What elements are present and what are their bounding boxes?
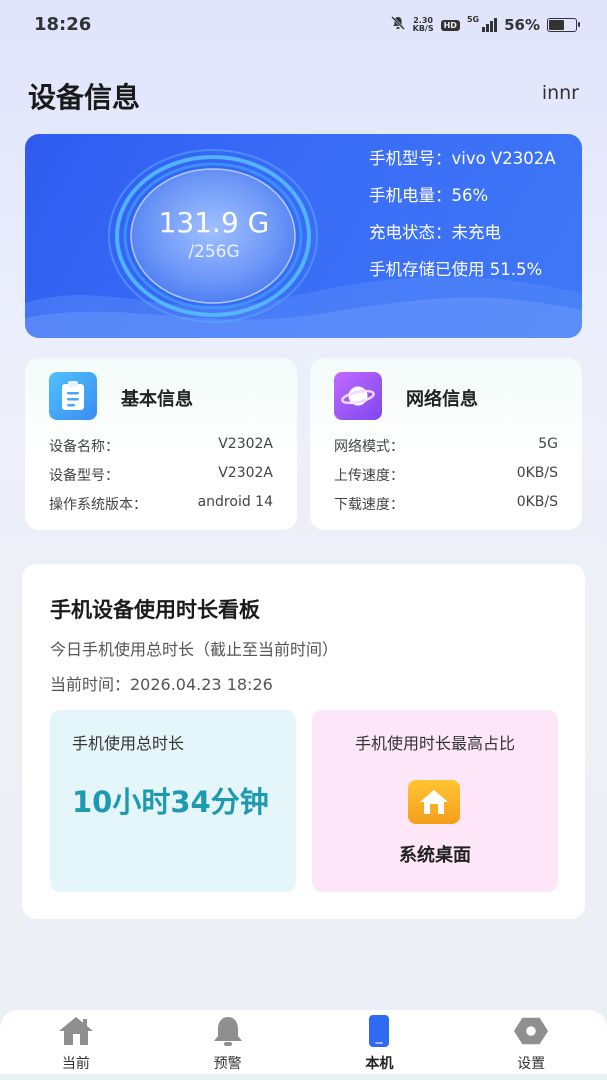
network-speed: 2.30 KB/S xyxy=(413,17,434,33)
nav-item-current[interactable]: 当前 xyxy=(0,1010,152,1080)
upload-speed-value: 0KB/S xyxy=(516,465,558,481)
battery-percent: 56% xyxy=(504,16,540,34)
nav-item-device[interactable]: 本机 xyxy=(304,1010,456,1080)
network-info-title: 网络信息 xyxy=(406,389,478,410)
storage-total: /256G xyxy=(188,242,240,262)
device-name-label: 设备名称： xyxy=(49,439,119,455)
storage-used-percent: 手机存储已使用 51.5% xyxy=(369,260,543,279)
network-speed-unit: KB/S xyxy=(412,24,434,33)
user-name[interactable]: innr xyxy=(542,82,579,104)
status-bar: 18:26 2.30 KB/S HD 5G 56% xyxy=(0,0,607,52)
bell-icon xyxy=(209,1014,247,1048)
status-indicators: 2.30 KB/S HD 5G 56% xyxy=(390,15,580,35)
storage-used: 131.9 G xyxy=(158,206,270,239)
download-speed-label: 下载速度： xyxy=(334,497,404,513)
device-model-value: V2302A xyxy=(218,465,273,481)
device-summary: 手机型号：vivo V2302A 手机电量：56% 充电状态：未充电 手机存储已… xyxy=(369,148,574,280)
device-name-row: 设备名称： V2302A xyxy=(49,436,273,456)
nav-label-current: 当前 xyxy=(61,1056,90,1072)
current-time: 当前时间：2026.04.23 18:26 xyxy=(50,675,273,694)
usage-dashboard: 手机设备使用时长看板 今日手机使用总时长（截止至当前时间） 当前时间：2026.… xyxy=(22,564,585,919)
network-mode-value: 5G xyxy=(538,436,558,452)
gesture-bar-area xyxy=(0,1074,607,1080)
top-app-name: 系统桌面 xyxy=(399,845,471,866)
status-time: 18:26 xyxy=(34,14,92,35)
download-speed-row: 下载速度： 0KB/S xyxy=(334,494,558,514)
device-model-row: 设备型号： V2302A xyxy=(49,465,273,485)
basic-info-card[interactable]: 基本信息 设备名称： V2302A 设备型号： V2302A 操作系统版本： a… xyxy=(25,358,297,530)
download-speed-value: 0KB/S xyxy=(516,494,558,510)
top-app-label: 手机使用时长最高占比 xyxy=(354,734,515,753)
device-model-label: 设备型号： xyxy=(49,468,119,484)
os-version-value: android 14 xyxy=(197,494,273,510)
nav-label-alert: 预警 xyxy=(213,1056,242,1072)
signal-icon xyxy=(482,18,498,32)
storage-hero-card: 131.9 G /256G 手机型号：vivo V2302A 手机电量：56% … xyxy=(25,134,582,338)
settings-icon xyxy=(512,1014,550,1048)
total-usage-label: 手机使用总时长 xyxy=(72,734,185,753)
bottom-nav: 当前 预警 本机 设置 xyxy=(0,1010,607,1080)
phone-icon xyxy=(360,1014,398,1048)
os-version-label: 操作系统版本： xyxy=(49,497,147,513)
upload-speed-label: 上传速度： xyxy=(334,468,404,484)
upload-speed-row: 上传速度： 0KB/S xyxy=(334,465,558,485)
network-mode-row: 网络模式： 5G xyxy=(334,436,558,456)
clipboard-icon xyxy=(49,372,97,420)
top-app-card[interactable]: 手机使用时长最高占比 系统桌面 xyxy=(312,710,558,892)
battery-level: 手机电量：56% xyxy=(369,186,489,205)
planet-icon xyxy=(334,372,382,420)
nav-label-settings: 设置 xyxy=(517,1056,546,1072)
charging-status: 充电状态：未充电 xyxy=(369,223,501,242)
total-usage-value: 10小时34分钟 xyxy=(72,785,269,819)
basic-info-title: 基本信息 xyxy=(121,389,193,410)
nav-label-device: 本机 xyxy=(365,1056,394,1072)
phone-model: 手机型号：vivo V2302A xyxy=(369,149,556,168)
usage-subtitle: 今日手机使用总时长（截止至当前时间） xyxy=(50,640,339,659)
home-icon xyxy=(408,780,460,824)
mute-icon xyxy=(390,15,406,35)
home-icon xyxy=(57,1014,95,1048)
network-mode-label: 网络模式： xyxy=(334,439,404,455)
device-name-value: V2302A xyxy=(218,436,273,452)
usage-title: 手机设备使用时长看板 xyxy=(50,598,260,622)
network-info-card[interactable]: 网络信息 网络模式： 5G 上传速度： 0KB/S 下载速度： 0KB/S xyxy=(310,358,582,530)
nav-item-settings[interactable]: 设置 xyxy=(455,1010,607,1080)
hd-badge: HD xyxy=(440,19,460,31)
os-version-row: 操作系统版本： android 14 xyxy=(49,494,273,514)
network-type: 5G xyxy=(466,15,480,24)
page-title: 设备信息 xyxy=(28,81,141,114)
nav-item-alert[interactable]: 预警 xyxy=(152,1010,304,1080)
total-usage-card[interactable]: 手机使用总时长 10小时34分钟 xyxy=(50,710,296,892)
battery-icon xyxy=(547,18,580,32)
